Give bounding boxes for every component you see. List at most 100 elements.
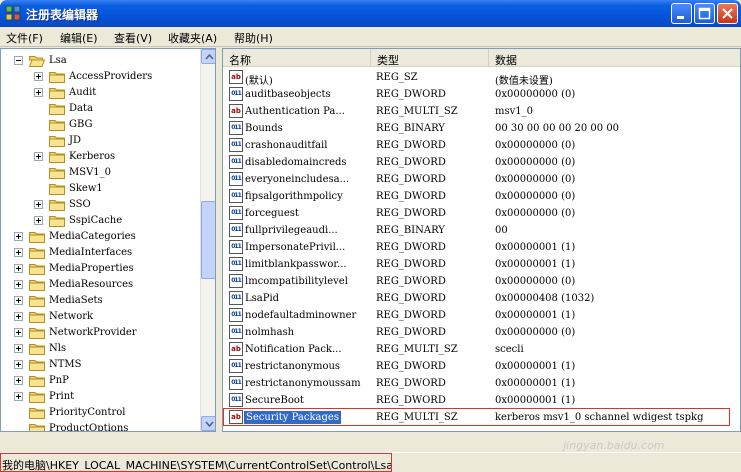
- registry-tree[interactable]: Lsa AccessProviders Audit Data GBG JD Kerberos…: [0, 48, 216, 432]
- tree-item[interactable]: NTMS: [1, 357, 201, 373]
- maximize-button[interactable]: [694, 3, 715, 24]
- expand-icon[interactable]: [34, 200, 43, 209]
- tree-item[interactable]: Print: [1, 389, 201, 405]
- expand-icon[interactable]: [14, 232, 23, 241]
- tree-item[interactable]: MediaInterfaces: [1, 245, 201, 261]
- tree-item[interactable]: MediaSets: [1, 293, 201, 309]
- value-row[interactable]: ab Notification Pack... REG_MULTI_SZ scecli: [223, 341, 723, 358]
- tree-item[interactable]: SspiCache: [1, 213, 201, 229]
- tree-item[interactable]: PriorityControl: [1, 405, 201, 421]
- tree-item[interactable]: MediaCategories: [1, 229, 201, 245]
- value-row[interactable]: 011 nolmhash REG_DWORD 0x00000000 (0): [223, 324, 723, 341]
- menu-help[interactable]: 帮助(H): [234, 30, 273, 46]
- value-row[interactable]: 011 LsaPid REG_DWORD 0x00000408 (1032): [223, 290, 723, 307]
- expand-icon[interactable]: [14, 376, 23, 385]
- tree-item[interactable]: Audit: [1, 85, 201, 101]
- expand-icon[interactable]: [14, 328, 23, 337]
- menu-view[interactable]: 查看(V): [114, 30, 152, 46]
- value-row[interactable]: 011 nodefaultadminowner REG_DWORD 0x0000000…: [223, 307, 723, 324]
- value-data: 0x00000000 (0): [495, 89, 576, 100]
- chevron-up-icon: [205, 54, 214, 60]
- column-name[interactable]: 名称: [223, 49, 371, 67]
- expand-icon[interactable]: [14, 360, 23, 369]
- value-type: REG_DWORD: [376, 276, 446, 287]
- folder-icon: [49, 119, 65, 131]
- value-name: auditbaseobjects: [245, 89, 331, 100]
- value-row[interactable]: 011 disabledomaincreds REG_DWORD 0x00000000…: [223, 154, 723, 171]
- folder-icon: [49, 215, 65, 227]
- scroll-down-button[interactable]: [201, 416, 215, 431]
- value-row[interactable]: 011 SecureBoot REG_DWORD 0x00000001 (1): [223, 392, 723, 409]
- value-row[interactable]: 011 crashonauditfail REG_DWORD 0x00000000 (…: [223, 137, 723, 154]
- tree-item-label: NetworkProvider: [49, 327, 137, 338]
- value-list[interactable]: 名称 类型 数据 ab (默认) REG_SZ (数值未设置) 011 auditbase…: [222, 48, 741, 432]
- close-button[interactable]: [717, 3, 738, 24]
- expand-icon[interactable]: [14, 312, 23, 321]
- title-bar[interactable]: 注册表编辑器: [0, 0, 741, 27]
- tree-item[interactable]: ProductOptions: [1, 421, 201, 431]
- menu-file[interactable]: 文件(F): [6, 30, 43, 46]
- value-row[interactable]: 011 fipsalgorithmpolicy REG_DWORD 0x0000000…: [223, 188, 723, 205]
- menu-edit[interactable]: 编辑(E): [60, 30, 98, 46]
- value-name: Bounds: [245, 123, 283, 134]
- tree-item[interactable]: Nls: [1, 341, 201, 357]
- collapse-icon[interactable]: [14, 56, 23, 65]
- scroll-thumb[interactable]: [201, 201, 215, 279]
- tree-item[interactable]: AccessProviders: [1, 69, 201, 85]
- tree-item[interactable]: MSV1_0: [1, 165, 201, 181]
- value-row[interactable]: 011 Bounds REG_BINARY 00 30 00 00 00 20 00 …: [223, 120, 723, 137]
- watermark: jingyan.baidu.com: [563, 439, 665, 452]
- tree-item[interactable]: GBG: [1, 117, 201, 133]
- tree-item[interactable]: JD: [1, 133, 201, 149]
- expand-icon[interactable]: [14, 344, 23, 353]
- value-row[interactable]: 011 forceguest REG_DWORD 0x00000000 (0): [223, 205, 723, 222]
- expand-icon[interactable]: [14, 248, 23, 257]
- tree-item[interactable]: Skew1: [1, 181, 201, 197]
- expand-icon[interactable]: [14, 392, 23, 401]
- column-type[interactable]: 类型: [371, 49, 489, 67]
- expand-icon[interactable]: [34, 72, 43, 81]
- menu-bar: 文件(F) 编辑(E) 查看(V) 收藏夹(A) 帮助(H): [0, 27, 741, 47]
- value-row[interactable]: ab Authentication Pa... REG_MULTI_SZ msv1_0: [223, 103, 723, 120]
- value-row[interactable]: 011 restrictanonymoussam REG_DWORD 0x000000…: [223, 375, 723, 392]
- tree-item[interactable]: MediaProperties: [1, 261, 201, 277]
- close-icon: [722, 8, 733, 19]
- value-row[interactable]: 011 ImpersonatePrivil... REG_DWORD 0x000000…: [223, 239, 723, 256]
- tree-scrollbar[interactable]: [200, 49, 215, 431]
- minimize-button[interactable]: [671, 3, 692, 24]
- tree-item[interactable]: MediaResources: [1, 277, 201, 293]
- tree-item[interactable]: NetworkProvider: [1, 325, 201, 341]
- tree-item[interactable]: Network: [1, 309, 201, 325]
- menu-favorites[interactable]: 收藏夹(A): [168, 30, 217, 46]
- status-highlight: [0, 453, 392, 472]
- scroll-up-button[interactable]: [201, 49, 215, 64]
- folder-icon: [29, 295, 45, 307]
- expand-icon[interactable]: [34, 152, 43, 161]
- value-type: REG_DWORD: [376, 89, 446, 100]
- value-data: (数值未设置): [495, 76, 553, 87]
- expand-icon[interactable]: [34, 216, 43, 225]
- value-type: REG_DWORD: [376, 310, 446, 321]
- value-row[interactable]: 011 limitblankpasswor... REG_DWORD 0x000000…: [223, 256, 723, 273]
- tree-item[interactable]: Kerberos: [1, 149, 201, 165]
- value-row[interactable]: 011 fullprivilegeaudi... REG_BINARY 00: [223, 222, 723, 239]
- value-row[interactable]: 011 restrictanonymous REG_DWORD 0x00000001 …: [223, 358, 723, 375]
- value-row[interactable]: 011 everyoneincludesa... REG_DWORD 0x000000…: [223, 171, 723, 188]
- expand-icon[interactable]: [14, 296, 23, 305]
- tree-item[interactable]: Data: [1, 101, 201, 117]
- tree-item[interactable]: Lsa: [1, 53, 201, 69]
- value-data: 0x00000000 (0): [495, 174, 576, 185]
- binary-value-icon: 011: [229, 121, 243, 135]
- expand-icon[interactable]: [14, 280, 23, 289]
- expand-icon[interactable]: [34, 88, 43, 97]
- tree-item[interactable]: SSO: [1, 197, 201, 213]
- value-row[interactable]: 011 auditbaseobjects REG_DWORD 0x00000000 (…: [223, 86, 723, 103]
- value-row[interactable]: 011 lmcompatibilitylevel REG_DWORD 0x000000…: [223, 273, 723, 290]
- tree-item-label: Print: [49, 391, 75, 402]
- value-data: 0x00000000 (0): [495, 327, 576, 338]
- column-data[interactable]: 数据: [489, 49, 740, 67]
- value-row[interactable]: ab (默认) REG_SZ (数值未设置): [223, 69, 723, 87]
- string-value-icon: ab: [229, 342, 243, 356]
- expand-icon[interactable]: [14, 264, 23, 273]
- tree-item[interactable]: PnP: [1, 373, 201, 389]
